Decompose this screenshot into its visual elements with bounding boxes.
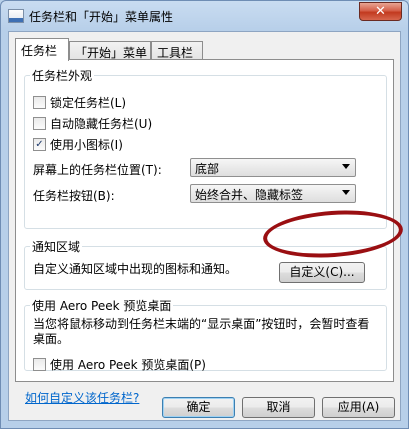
aero-peek-label: 使用 Aero Peek 预览桌面(P) <box>50 358 206 372</box>
close-button[interactable]: ✕ <box>359 2 402 21</box>
taskbar-tab-panel: 任务栏外观 锁定任务栏(L) 自动隐藏任务栏(U) ✓ 使用小图标(I) 屏幕上的… <box>15 59 394 382</box>
small-icons-option[interactable]: ✓ 使用小图标(I) <box>33 136 123 152</box>
auto-hide-option[interactable]: 自动隐藏任务栏(U) <box>33 115 152 131</box>
tab-taskbar[interactable]: 任务栏 <box>15 38 69 61</box>
title-bar[interactable]: 任务栏和「开始」菜单属性 ✕ <box>1 1 408 31</box>
small-icons-checkbox[interactable]: ✓ <box>33 138 46 151</box>
appearance-legend: 任务栏外观 <box>32 69 93 83</box>
help-link[interactable]: 如何自定义该任务栏? <box>25 389 139 406</box>
taskbar-location-label: 屏幕上的任务栏位置(T): <box>33 163 162 177</box>
tab-start-menu[interactable]: 「开始」菜单 <box>69 41 151 60</box>
taskbar-appearance-group: 任务栏外观 锁定任务栏(L) 自动隐藏任务栏(U) ✓ 使用小图标(I) 屏幕上的… <box>24 67 387 229</box>
customize-button[interactable]: 自定义(C)... <box>279 262 365 283</box>
aero-peek-checkbox[interactable] <box>33 358 46 371</box>
properties-window: 任务栏和「开始」菜单属性 ✕ 任务栏 「开始」菜单 工具栏 任务栏外观 锁定任务… <box>0 0 409 429</box>
auto-hide-label: 自动隐藏任务栏(U) <box>50 117 153 131</box>
aero-peek-group: 使用 Aero Peek 预览桌面 当您将鼠标移动到任务栏末端的“显示桌面”按钮… <box>24 297 387 372</box>
chevron-down-icon <box>342 190 350 195</box>
dialog-client: 任务栏 「开始」菜单 工具栏 任务栏外观 锁定任务栏(L) 自动隐藏任务栏(U)… <box>8 31 401 421</box>
lock-taskbar-label: 锁定任务栏(L) <box>50 96 127 110</box>
notification-description: 自定义通知区域中出现的图标和通知。 <box>33 262 238 276</box>
notification-legend: 通知区域 <box>32 240 81 254</box>
cancel-button[interactable]: 取消 <box>242 397 315 418</box>
tab-toolbars[interactable]: 工具栏 <box>151 41 203 60</box>
taskbar-app-icon <box>8 9 24 23</box>
taskbar-buttons-label: 任务栏按钮(B): <box>33 189 115 203</box>
taskbar-location-select[interactable]: 底部 <box>190 158 356 177</box>
lock-taskbar-option[interactable]: 锁定任务栏(L) <box>33 94 126 110</box>
aero-peek-description: 当您将鼠标移动到任务栏末端的“显示桌面”按钮时，会暂时查看桌面。 <box>33 317 370 346</box>
taskbar-location-value: 底部 <box>195 162 220 176</box>
taskbar-buttons-select[interactable]: 始终合并、隐藏标签 <box>190 184 356 203</box>
ok-button[interactable]: 确定 <box>162 397 235 418</box>
aero-peek-legend: 使用 Aero Peek 预览桌面 <box>32 299 172 313</box>
window-title: 任务栏和「开始」菜单属性 <box>29 10 174 24</box>
small-icons-label: 使用小图标(I) <box>50 138 123 152</box>
taskbar-buttons-value: 始终合并、隐藏标签 <box>195 188 304 202</box>
auto-hide-checkbox[interactable] <box>33 117 46 130</box>
apply-button[interactable]: 应用(A) <box>322 397 395 418</box>
aero-peek-option[interactable]: 使用 Aero Peek 预览桌面(P) <box>33 356 206 372</box>
lock-taskbar-checkbox[interactable] <box>33 96 46 109</box>
chevron-down-icon <box>342 164 350 169</box>
notification-area-group: 通知区域 自定义通知区域中出现的图标和通知。 自定义(C)... <box>24 238 387 290</box>
